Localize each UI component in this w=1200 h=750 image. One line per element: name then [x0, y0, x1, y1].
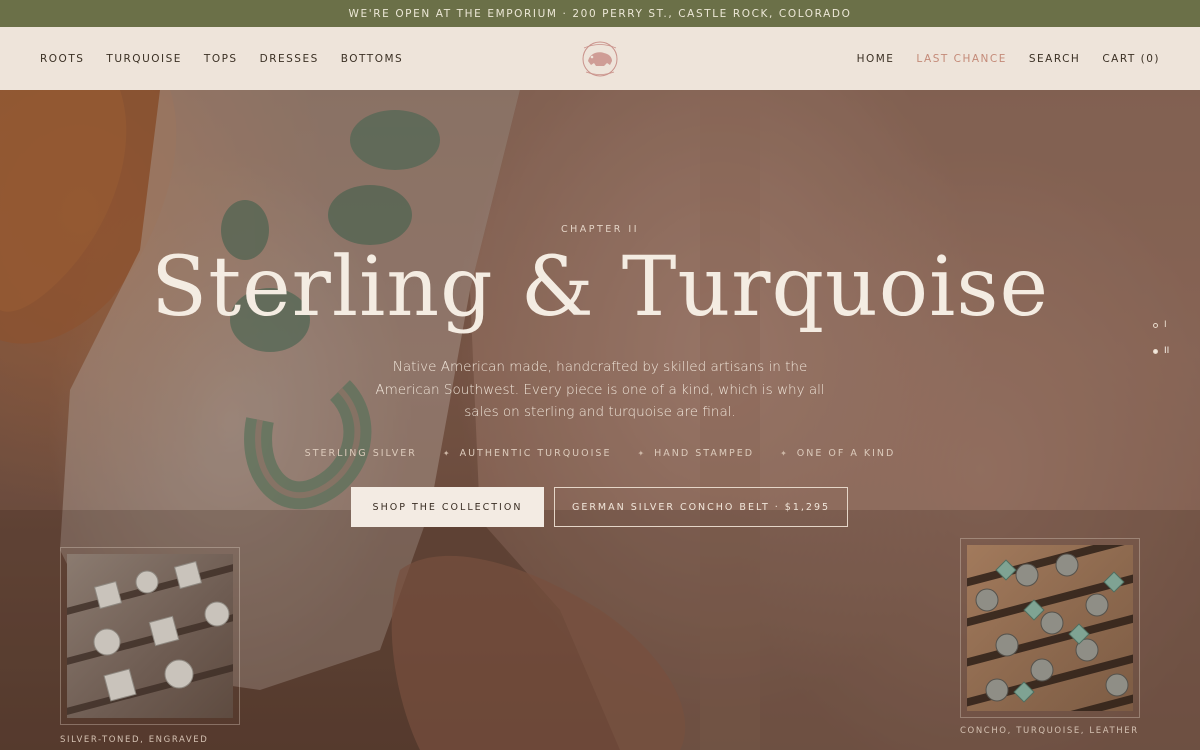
hero-section: CHAPTER II Sterling & Turquoise Native A…	[0, 90, 1200, 750]
slide-pagination: I II	[1153, 320, 1169, 356]
feature-item: ✦ HAND STAMPED	[637, 448, 754, 459]
nav-link-last-chance[interactable]: LAST CHANCE	[916, 53, 1006, 65]
diamond-icon: ✦	[442, 449, 452, 458]
dot-icon	[1153, 348, 1158, 354]
nav-right: HOME LAST CHANCE SEARCH CART (0)	[857, 53, 1160, 65]
feature-item: STERLING SILVER	[305, 448, 417, 459]
feature-label: ONE OF A KIND	[796, 448, 896, 459]
shop-collection-button[interactable]: SHOP THE COLLECTION	[351, 487, 544, 527]
feature-label: AUTHENTIC TURQUOISE	[459, 448, 612, 459]
nav-link-cart[interactable]: CART (0)	[1102, 53, 1160, 65]
feature-item: ✦ ONE OF A KIND	[780, 448, 895, 459]
thumbnail-right-image	[967, 545, 1133, 711]
nav-link-turquoise[interactable]: TURQUOISE	[106, 53, 182, 65]
thumbnail-left-caption: SILVER-TONED, ENGRAVED	[60, 735, 209, 745]
nav-link-tops[interactable]: TOPS	[204, 53, 238, 65]
thumbnail-left-image	[67, 554, 233, 718]
hero-subcopy: Native American made, handcrafted by ski…	[375, 359, 825, 420]
nav-link-search[interactable]: SEARCH	[1029, 53, 1080, 65]
feature-label: STERLING SILVER	[304, 448, 417, 459]
nav-link-roots[interactable]: ROOTS	[40, 53, 84, 65]
diamond-icon: ✦	[637, 449, 647, 458]
slide-dot-label: I	[1164, 320, 1167, 330]
nav-link-dresses[interactable]: DRESSES	[260, 53, 319, 65]
silver-belt-image	[67, 560, 233, 715]
nav-link-home[interactable]: HOME	[857, 53, 895, 65]
thumbnail-right[interactable]	[960, 538, 1140, 718]
concho-belt-button[interactable]: GERMAN SILVER CONCHO BELT · $1,295	[554, 487, 848, 527]
dot-icon	[1153, 322, 1158, 328]
feature-item: ✦ AUTHENTIC TURQUOISE	[443, 448, 612, 459]
announcement-bar: WE'RE OPEN AT THE EMPORIUM · 200 PERRY S…	[0, 0, 1200, 27]
slide-dot-1[interactable]: I	[1153, 320, 1169, 330]
nav-left: ROOTS TURQUOISE TOPS DRESSES BOTTOMS	[40, 53, 403, 65]
chapter-label: CHAPTER II	[560, 224, 640, 235]
announcement-text: WE'RE OPEN AT THE EMPORIUM · 200 PERRY S…	[348, 7, 852, 20]
concho-belt-image	[967, 545, 1133, 711]
nav-link-bottoms[interactable]: BOTTOMS	[341, 53, 403, 65]
hero-headline: Sterling & Turquoise	[151, 240, 1049, 335]
diamond-icon: ✦	[780, 449, 789, 458]
main-nav: ROOTS TURQUOISE TOPS DRESSES BOTTOMS HOM…	[0, 27, 1200, 90]
feature-label: HAND STAMPED	[654, 448, 755, 459]
buffalo-seal-logo[interactable]	[574, 39, 626, 79]
slide-dot-label: II	[1164, 346, 1170, 356]
thumbnail-right-caption: CONCHO, TURQUOISE, LEATHER	[960, 726, 1139, 736]
thumbnail-left[interactable]	[60, 547, 240, 725]
feature-list: STERLING SILVER ✦ AUTHENTIC TURQUOISE ✦ …	[0, 448, 1200, 459]
slide-dot-2[interactable]: II	[1153, 346, 1169, 356]
